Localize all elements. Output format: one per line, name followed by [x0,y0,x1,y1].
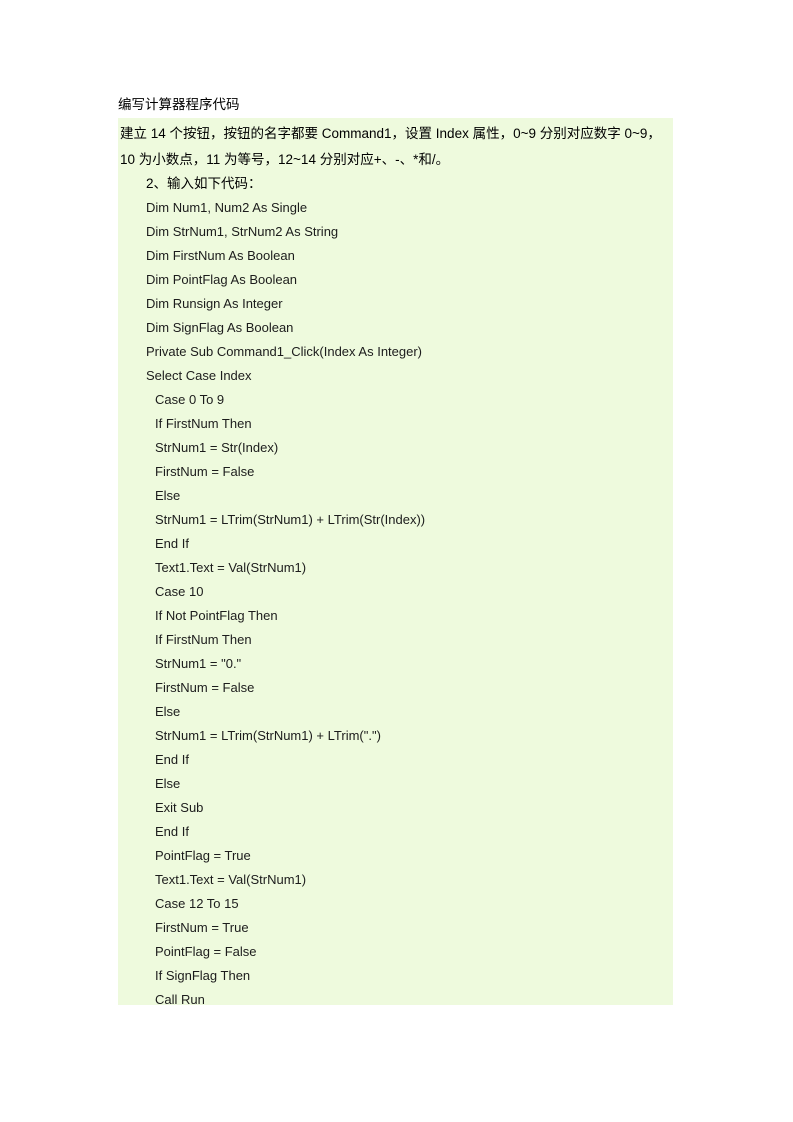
code-line: PointFlag = True [155,848,251,863]
code-line: End If [155,536,189,551]
step-item-2: 2、输入如下代码： [146,176,262,191]
code-line: Private Sub Command1_Click(Index As Inte… [146,344,423,359]
highlighted-content-block: 建立 14 个按钮，按钮的名字都要 Command1，设置 Index 属性，0… [118,118,673,1005]
code-line: FirstNum = False [155,680,255,695]
code-line: Text1.Text = Val(StrNum1) [155,560,307,575]
code-line: If FirstNum Then [155,632,252,647]
code-line: Else [155,776,181,791]
code-line: Dim FirstNum As Boolean [146,248,295,263]
code-line: Dim Runsign As Integer [146,296,283,311]
code-line: FirstNum = False [155,464,255,479]
code-line: Dim StrNum1, StrNum2 As String [146,224,339,239]
code-line: Exit Sub [155,800,204,815]
page-title: 编写计算器程序代码 [118,97,240,112]
code-line: If SignFlag Then [155,968,251,983]
code-line: Else [155,704,181,719]
code-line: End If [155,824,189,839]
code-line: Dim Num1, Num2 As Single [146,200,308,215]
intro-line-1: 建立 14 个按钮，按钮的名字都要 Command1，设置 Index 属性，0… [120,126,661,141]
code-line: Call Run [155,992,205,1005]
code-line: Dim PointFlag As Boolean [146,272,298,287]
code-listing: Dim Num1, Num2 As Single Dim StrNum1, Str… [118,196,673,1005]
code-line: FirstNum = True [155,920,249,935]
code-line: Dim SignFlag As Boolean [146,320,294,335]
code-line: StrNum1 = Str(Index) [155,440,279,455]
code-line: If Not PointFlag Then [155,608,278,623]
code-line: Case 10 [155,584,204,599]
intro-line-2: 10 为小数点，11 为等号，12~14 分别对应+、-、*和/。 [120,152,450,167]
code-line: Case 12 To 15 [155,896,239,911]
code-line: StrNum1 = "0." [155,656,242,671]
code-line: End If [155,752,189,767]
code-line: Select Case Index [146,368,252,383]
code-line: PointFlag = False [155,944,257,959]
code-line: Case 0 To 9 [155,392,225,407]
intro-paragraph: 建立 14 个按钮，按钮的名字都要 Command1，设置 Index 属性，0… [118,118,673,172]
code-line: Else [155,488,181,503]
code-line: If FirstNum Then [155,416,252,431]
document-page: 编写计算器程序代码 建立 14 个按钮，按钮的名字都要 Command1，设置 … [0,0,793,1122]
code-line: Text1.Text = Val(StrNum1) [155,872,307,887]
code-line: StrNum1 = LTrim(StrNum1) + LTrim(".") [155,728,381,743]
code-line: StrNum1 = LTrim(StrNum1) + LTrim(Str(Ind… [155,512,426,527]
